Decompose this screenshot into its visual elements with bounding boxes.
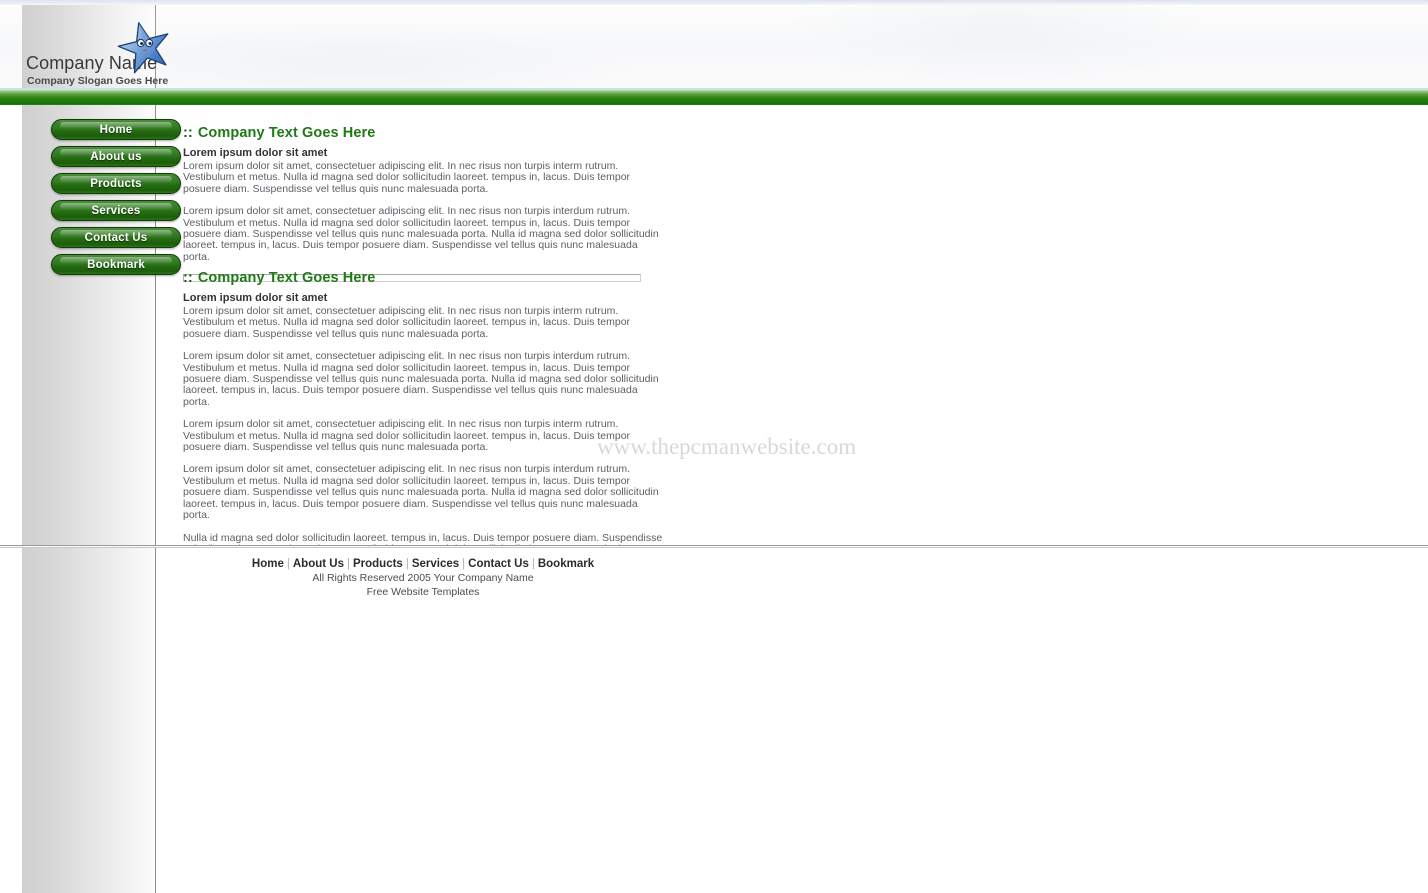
sidebar-item-label: Bookmark: [87, 259, 145, 271]
footer-separator: |: [346, 558, 350, 570]
sidebar-item-home[interactable]: Home: [51, 119, 181, 140]
footer-link-products[interactable]: Products: [353, 558, 403, 570]
footer-sidebar-column: [22, 548, 156, 893]
main-region: Home About us Products Services Contact …: [0, 105, 1428, 566]
sidebar-item-services[interactable]: Services: [51, 200, 181, 221]
site-footer: Home | About Us | Products | Services | Contact …: [0, 548, 1428, 893]
footer-link-contact-us[interactable]: Contact Us: [468, 558, 529, 570]
sidebar-item-products[interactable]: Products: [51, 173, 181, 194]
sidebar-item-label: Home: [99, 124, 133, 136]
site-header: Company Name Company Slogan Goes Here: [0, 5, 1428, 88]
paragraph: Lorem ipsum dolor sit amet, consectetuer…: [183, 350, 659, 408]
footer-separator: |: [462, 558, 466, 570]
footer-link-home[interactable]: Home: [252, 558, 284, 570]
green-divider-bar: [0, 88, 1428, 105]
footer-separator: |: [531, 558, 535, 570]
heading-dots: ::: [183, 125, 193, 141]
footer-copyright: All Rights Reserved 2005 Your Company Na…: [312, 572, 534, 584]
footer-link-bookmark[interactable]: Bookmark: [538, 558, 594, 570]
section-heading-text: Company Text Goes Here: [197, 125, 376, 141]
sidebar-item-label: Contact Us: [84, 232, 148, 244]
footer-link-about-us[interactable]: About Us: [293, 558, 344, 570]
footer-link-services[interactable]: Services: [412, 558, 459, 570]
paragraph: Lorem ipsum dolor sit amet, consectetuer…: [183, 418, 631, 454]
footer-separator: |: [405, 558, 409, 570]
paragraph: Lorem ipsum dolor sit amet, consectetuer…: [183, 463, 659, 522]
blue-cartoon-star-icon: [117, 22, 169, 74]
section-subheading: Lorem ipsum dolor sit amet: [183, 292, 328, 304]
paragraph: Lorem ipsum dolor sit amet, consectetuer…: [183, 305, 631, 340]
footer-nav: Home | About Us | Products | Services | Contact …: [183, 557, 663, 571]
heading-dots: ::: [183, 270, 193, 286]
section-heading-text: Company Text Goes Here: [197, 270, 376, 286]
footer-separator: |: [286, 558, 290, 570]
paragraph: Lorem ipsum dolor sit amet, consectetuer…: [183, 205, 659, 263]
content-section: :: Company Text Goes Here Lorem ipsum dol…: [183, 125, 663, 283]
sidebar-item-contact-us[interactable]: Contact Us: [51, 227, 181, 248]
sidebar-item-label: Products: [90, 178, 142, 190]
footer-credit: Free Website Templates: [366, 585, 480, 598]
section-subheading: Lorem ipsum dolor sit amet: [183, 147, 328, 159]
sidebar-item-about-us[interactable]: About us: [51, 146, 181, 167]
content-section: :: Company Text Goes Here Lorem ipsum dol…: [183, 270, 663, 567]
section-heading: :: Company Text Goes Here: [183, 125, 663, 141]
paragraph: Lorem ipsum dolor sit amet, consectetuer…: [183, 160, 631, 195]
footer-content: Home | About Us | Products | Services | Contact …: [183, 557, 663, 598]
sidebar-item-label: Services: [91, 205, 141, 217]
section-heading: :: Company Text Goes Here: [183, 270, 663, 286]
sidebar-item-label: About us: [90, 151, 142, 163]
sidebar-nav: Home About us Products Services Contact …: [51, 119, 181, 281]
sidebar-item-bookmark[interactable]: Bookmark: [51, 254, 181, 275]
